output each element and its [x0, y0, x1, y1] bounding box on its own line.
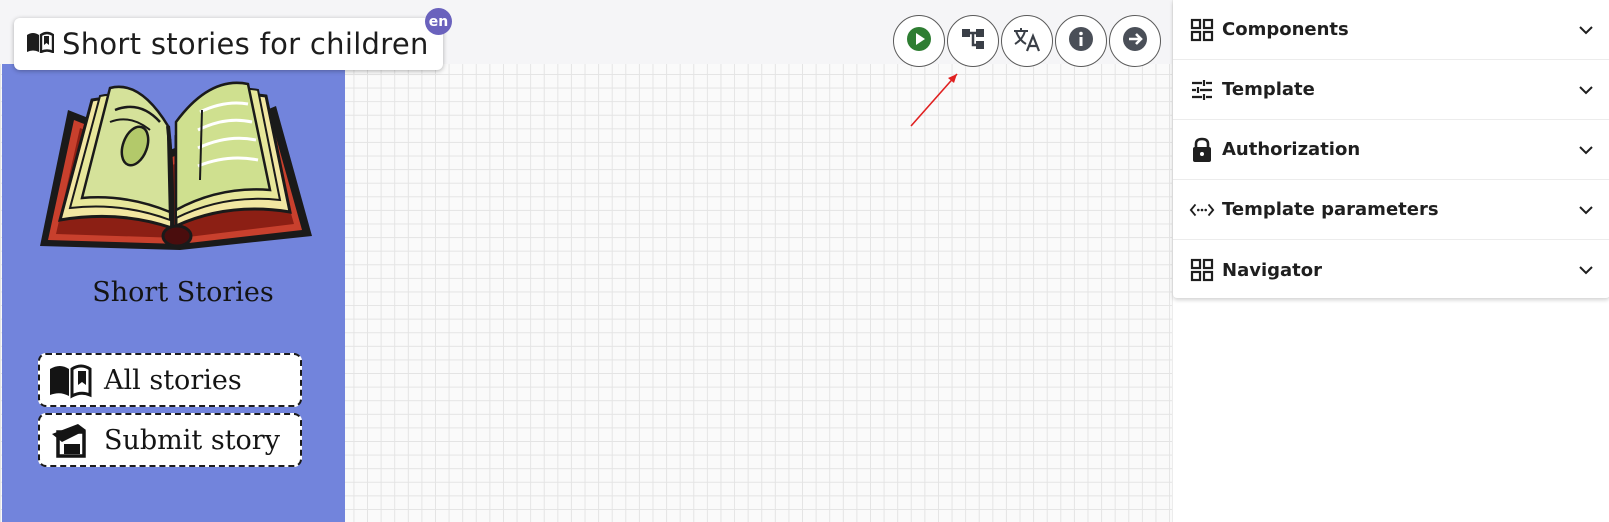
all-stories-button[interactable]: All stories — [38, 353, 302, 407]
info-button[interactable] — [1055, 15, 1107, 67]
translate-icon — [1012, 25, 1042, 57]
submit-story-button[interactable]: Submit story — [38, 413, 302, 467]
grid-icon — [1189, 257, 1215, 283]
section-navigator[interactable]: Navigator — [1173, 240, 1609, 300]
page-title-chip[interactable]: Short stories for children — [14, 18, 443, 70]
book-icon — [26, 31, 55, 57]
section-components[interactable]: Components — [1173, 0, 1609, 60]
section-template[interactable]: Template — [1173, 60, 1609, 120]
tree-structure-icon — [959, 25, 987, 57]
template-heading: Short Stories — [92, 277, 274, 308]
play-circle-icon — [905, 25, 933, 57]
arrow-right-circle-icon — [1121, 25, 1149, 57]
translate-button[interactable] — [1001, 15, 1053, 67]
section-template-parameters[interactable]: Template parameters — [1173, 180, 1609, 240]
editor-toolbar — [893, 15, 1161, 67]
chevron-down-icon — [1579, 25, 1593, 34]
language-badge[interactable]: en — [425, 8, 452, 35]
run-button[interactable] — [893, 15, 945, 67]
template-preview-panel[interactable]: Short Stories All stories Submit story — [2, 64, 345, 522]
section-label: Authorization — [1222, 139, 1361, 160]
section-label: Components — [1222, 19, 1349, 40]
book-illustration — [40, 81, 312, 250]
section-label: Template — [1222, 79, 1315, 100]
lock-icon — [1189, 137, 1215, 163]
open-book-icon — [40, 355, 100, 405]
page-title: Short stories for children — [62, 27, 429, 61]
next-button[interactable] — [1109, 15, 1161, 67]
code-arrows-icon — [1189, 197, 1215, 223]
side-panel: Components Template Authorization Templa… — [1172, 0, 1609, 522]
section-label: Template parameters — [1222, 199, 1439, 220]
panel-edge — [2, 64, 18, 522]
chevron-down-icon — [1579, 85, 1593, 94]
accordion: Components Template Authorization Templa… — [1173, 0, 1609, 298]
submit-story-label: Submit story — [104, 424, 280, 456]
section-authorization[interactable]: Authorization — [1173, 120, 1609, 180]
sliders-icon — [1189, 77, 1215, 103]
chevron-down-icon — [1579, 205, 1593, 214]
section-label: Navigator — [1222, 259, 1322, 281]
info-circle-icon — [1067, 25, 1095, 57]
chevron-down-icon — [1579, 145, 1593, 154]
edit-document-icon — [40, 415, 100, 465]
structure-button[interactable] — [947, 15, 999, 67]
all-stories-label: All stories — [104, 364, 242, 396]
chevron-down-icon — [1579, 266, 1593, 275]
grid-icon — [1189, 17, 1215, 43]
